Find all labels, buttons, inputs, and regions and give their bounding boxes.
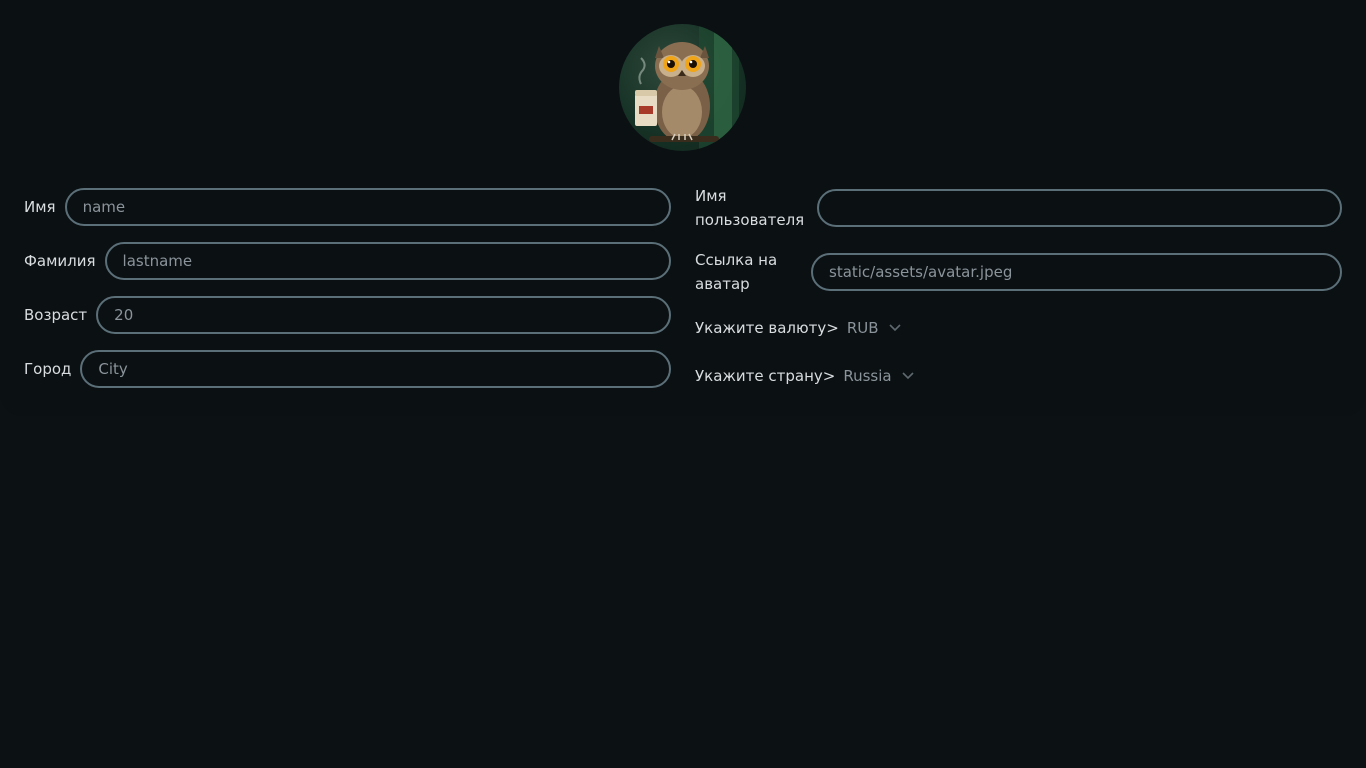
username-row: Имя пользователя <box>695 184 1342 232</box>
currency-selected-value: RUB <box>846 319 879 337</box>
right-column: Имя пользователя Ссылка на аватар Укажит… <box>695 182 1342 388</box>
country-row: Укажите страну> Russia <box>695 364 1342 388</box>
city-row: Город <box>24 350 671 388</box>
city-input[interactable] <box>80 350 671 388</box>
age-input[interactable] <box>96 296 671 334</box>
country-select[interactable]: Russia <box>843 367 914 385</box>
age-label: Возраст <box>24 306 88 324</box>
country-label: Укажите страну> <box>695 367 836 385</box>
age-row: Возраст <box>24 296 671 334</box>
avatar-link-row: Ссылка на аватар <box>695 248 1342 296</box>
country-selected-value: Russia <box>843 367 892 385</box>
avatar-link-label: Ссылка на аватар <box>695 251 778 293</box>
owl-avatar-icon <box>635 24 739 151</box>
lastname-input[interactable] <box>104 242 671 280</box>
name-row: Имя <box>24 188 671 226</box>
currency-row: Укажите валюту> RUB <box>695 316 1342 340</box>
username-input[interactable] <box>817 189 1342 227</box>
lastname-label: Фамилия <box>24 252 96 270</box>
left-column: Имя Фамилия Возраст Город <box>24 182 671 404</box>
name-label: Имя <box>24 198 56 216</box>
currency-label: Укажите валюту> <box>695 319 839 337</box>
username-label: Имя пользователя <box>695 187 805 229</box>
name-input[interactable] <box>64 188 671 226</box>
chevron-down-icon <box>888 324 901 332</box>
avatar[interactable] <box>619 24 746 151</box>
city-label: Город <box>24 360 72 378</box>
avatar-link-input[interactable] <box>811 253 1342 291</box>
profile-card: Имя Фамилия Возраст Город Имя пользовате… <box>0 0 1366 416</box>
lastname-row: Фамилия <box>24 242 671 280</box>
currency-select[interactable]: RUB <box>847 319 901 337</box>
chevron-down-icon <box>902 372 914 380</box>
